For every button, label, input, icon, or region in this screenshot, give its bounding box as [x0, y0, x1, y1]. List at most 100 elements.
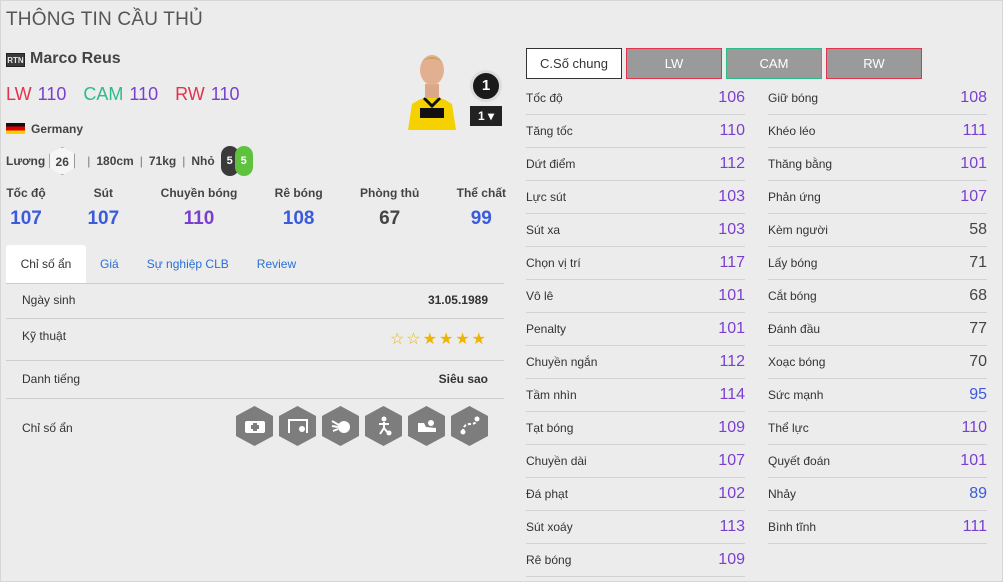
stat-value: 58 — [969, 221, 987, 238]
stat-row: Chuyền ngắn 112 — [526, 346, 745, 379]
salary-label: Lương — [6, 154, 46, 168]
stat-row: Nhảy 89 — [768, 478, 987, 511]
main-stat-physical: Thể chất 99 — [456, 186, 506, 229]
main-stat-defending: Phòng thủ 67 — [359, 186, 420, 229]
stat-row: Bình tĩnh 111 — [768, 511, 987, 544]
stat-value: 68 — [969, 287, 987, 304]
stat-row: Rê bóng 109 — [526, 544, 745, 577]
stat-row: Phản ứng 107 — [768, 181, 987, 214]
pos-rating-rw: RW 110 — [175, 84, 240, 104]
star-filled-icon: ★ — [471, 331, 488, 348]
stat-value: 109 — [718, 551, 745, 568]
stat-value: 108 — [960, 89, 987, 106]
stat-name: Vô lê — [526, 289, 554, 303]
stat-row: Kèm người 58 — [768, 214, 987, 247]
tab-position-lw[interactable]: LW — [626, 48, 722, 79]
weight: 71kg — [148, 154, 177, 168]
stats-column-right: Giữ bóng 108 Khéo léo 111 Thăng bằng 101 Phản … — [768, 82, 987, 544]
birth-value: 31.05.1989 — [427, 293, 488, 307]
tab-review[interactable]: Review — [243, 245, 310, 283]
tab-price[interactable]: Giá — [86, 245, 133, 283]
star-empty-icon: ☆ — [389, 331, 407, 348]
shot-trait-icon[interactable] — [322, 406, 359, 446]
stat-value: 111 — [962, 518, 987, 535]
pos-rating-cam: CAM 110 — [83, 84, 159, 104]
stat-value: 112 — [719, 155, 745, 172]
stat-row: Penalty 101 — [526, 313, 745, 346]
star-filled-icon: ★ — [422, 331, 439, 348]
stat-row: Vô lê 101 — [526, 280, 745, 313]
main-stat-passing: Chuyền bóng 110 — [160, 186, 238, 229]
stat-value: 89 — [969, 485, 987, 502]
info-row-birth: Ngày sinh 31.05.1989 — [6, 284, 504, 319]
hidden-stats-label: Chỉ số ẩn — [22, 421, 73, 435]
weak-foot-badge: 5 5 — [220, 146, 255, 176]
stat-name: Kèm người — [768, 223, 828, 237]
stat-value: 109 — [718, 419, 745, 436]
stat-row: Thăng bằng 101 — [768, 148, 987, 181]
stat-name: Dứt điểm — [526, 157, 576, 171]
season-badge: RTN — [6, 53, 25, 67]
stat-row: Sút xoáy 113 — [526, 511, 745, 544]
dribble-trait-icon[interactable] — [365, 406, 402, 446]
upgrade-level-select[interactable]: 1 ▾ — [470, 106, 502, 126]
stat-row: Sức mạnh 95 — [768, 379, 987, 412]
stat-value: 112 — [719, 353, 745, 370]
tab-general-stats[interactable]: C.Số chung — [526, 48, 622, 79]
tab-position-cam[interactable]: CAM — [726, 48, 822, 79]
info-row-traits: Chỉ số ẩn — [6, 399, 504, 455]
info-row-reputation: Danh tiếng Siêu sao — [6, 361, 504, 399]
position-ratings: LW 110 CAM 110 RW 110 — [6, 84, 251, 105]
stat-row: Thể lực 110 — [768, 412, 987, 445]
nation-name: Germany — [31, 122, 84, 136]
reputation-value: Siêu sao — [438, 372, 488, 386]
tab-position-rw[interactable]: RW — [826, 48, 922, 79]
stat-name: Đá phạt — [526, 487, 569, 501]
height: 180cm — [96, 154, 134, 168]
stat-value: 70 — [969, 353, 987, 370]
info-row-skill: Kỹ thuật ☆☆★★★★ — [6, 319, 504, 361]
stat-row: Đá phạt 102 — [526, 478, 745, 511]
trait-icons — [236, 406, 488, 446]
stat-value: 102 — [718, 485, 745, 502]
stat-name: Chọn vị trí — [526, 256, 581, 270]
stat-row: Lấy bóng 71 — [768, 247, 987, 280]
star-filled-icon: ★ — [455, 331, 472, 348]
skill-stars: ☆☆★★★★ — [390, 329, 488, 349]
stat-row: Tốc độ 106 — [526, 82, 745, 115]
goal-trait-icon[interactable] — [279, 406, 316, 446]
stat-value: 95 — [969, 386, 987, 403]
birth-label: Ngày sinh — [22, 293, 76, 307]
stat-name: Penalty — [526, 322, 567, 336]
stat-row: Xoạc bóng 70 — [768, 346, 987, 379]
boot-trait-icon[interactable] — [408, 406, 445, 446]
stat-name: Tạt bóng — [526, 421, 574, 435]
tab-club-career[interactable]: Sự nghiệp CLB — [133, 245, 243, 283]
tab-hidden-stats[interactable]: Chỉ số ẩn — [6, 245, 86, 283]
stat-name: Rê bóng — [526, 553, 572, 567]
stat-value: 114 — [719, 386, 745, 403]
stat-name: Đánh đầu — [768, 322, 821, 336]
pos-rating-lw: LW 110 — [6, 84, 67, 104]
stat-name: Lực sút — [526, 190, 567, 204]
stat-value: 71 — [969, 254, 987, 271]
star-empty-icon: ☆ — [406, 331, 423, 348]
stat-name: Tăng tốc — [526, 124, 573, 138]
main-stat-dribbling: Rê bóng 108 — [274, 186, 323, 229]
stat-name: Xoạc bóng — [768, 355, 826, 369]
stat-name: Quyết đoán — [768, 454, 831, 468]
stat-row: Tạt bóng 109 — [526, 412, 745, 445]
stat-name: Tầm nhìn — [526, 388, 577, 402]
medic-trait-icon[interactable] — [236, 406, 273, 446]
stat-row: Dứt điểm 112 — [526, 148, 745, 181]
stat-value: 101 — [718, 320, 745, 337]
stat-name: Thăng bằng — [768, 157, 833, 171]
stat-name: Giữ bóng — [768, 91, 819, 105]
pass-trait-icon[interactable] — [451, 406, 488, 446]
stat-value: 111 — [962, 122, 987, 139]
stat-row: Tầm nhìn 114 — [526, 379, 745, 412]
chevron-down-icon: ▾ — [488, 109, 495, 123]
stat-row: Khéo léo 111 — [768, 115, 987, 148]
body-type: Nhỏ — [191, 154, 215, 168]
stat-value: 103 — [718, 188, 745, 205]
